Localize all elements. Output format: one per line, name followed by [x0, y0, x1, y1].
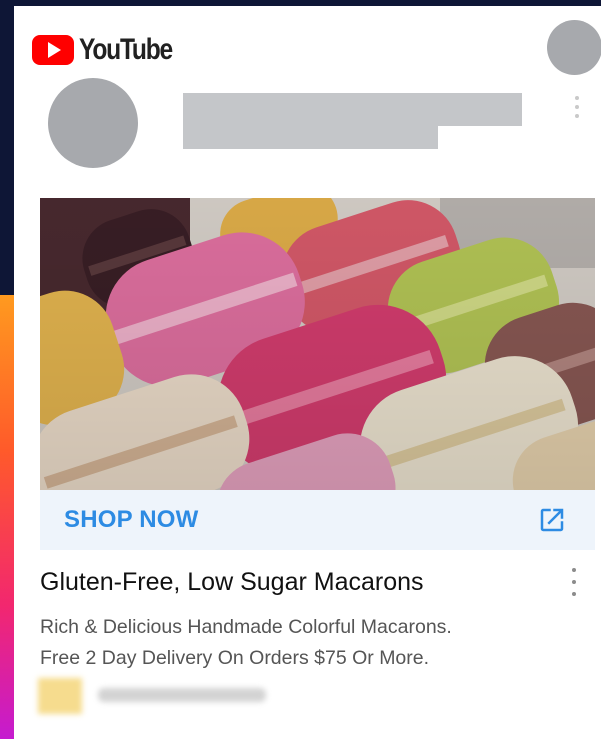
advertiser-name-blurred	[98, 688, 266, 702]
channel-avatar-placeholder[interactable]	[48, 78, 138, 168]
youtube-play-icon	[32, 35, 74, 65]
ad-headline[interactable]: Gluten-Free, Low Sugar Macarons	[40, 568, 424, 597]
more-vert-icon[interactable]	[567, 96, 587, 118]
youtube-logo[interactable]: YouTube	[32, 33, 192, 67]
channel-name-placeholder	[183, 93, 522, 126]
ad-description-line: Rich & Delicious Handmade Colorful Macar…	[40, 616, 452, 638]
ad-description-line: Free 2 Day Delivery On Orders $75 Or Mor…	[40, 647, 430, 669]
shop-now-label: SHOP NOW	[64, 506, 199, 533]
background-dark	[0, 0, 14, 295]
card-top-edge	[14, 0, 601, 6]
shop-now-button[interactable]: SHOP NOW	[40, 490, 595, 550]
channel-subtitle-placeholder	[183, 126, 438, 149]
ad-description: Rich & Delicious Handmade Colorful Macar…	[40, 612, 580, 674]
advertiser-logo-blurred	[38, 678, 82, 714]
youtube-wordmark: YouTube	[79, 33, 173, 66]
ad-more-vert-icon[interactable]	[564, 568, 584, 596]
account-avatar[interactable]	[547, 20, 601, 75]
youtube-ad-card: YouTube SHOP NOW Gluten-Free, Low Sugar …	[14, 0, 601, 739]
external-link-icon[interactable]	[537, 505, 567, 535]
background-gradient-strip	[0, 295, 14, 739]
ad-hero-image[interactable]	[40, 198, 595, 490]
macarons-photo	[40, 198, 595, 490]
